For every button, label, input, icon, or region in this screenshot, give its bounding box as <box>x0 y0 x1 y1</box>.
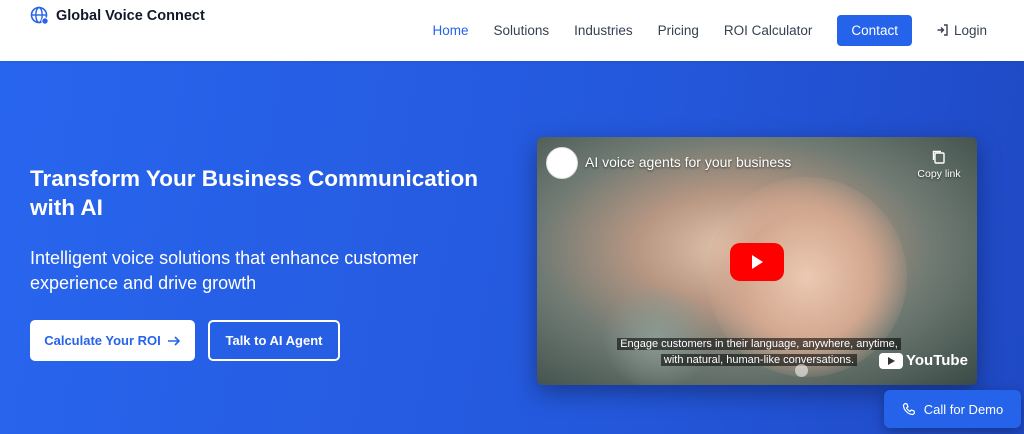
call-for-demo-button[interactable]: Call for Demo <box>884 390 1021 428</box>
copy-link-label: Copy link <box>917 168 961 180</box>
progress-dot <box>795 364 808 377</box>
calculate-roi-button[interactable]: Calculate Your ROI <box>30 320 195 361</box>
hero-subtitle: Intelligent voice solutions that enhance… <box>30 248 419 293</box>
main-menu: Home Solutions Industries Pricing ROI Ca… <box>433 14 1024 46</box>
copy-link-button[interactable]: Copy link <box>914 149 964 180</box>
brand-name: Global Voice Connect <box>56 8 205 24</box>
brand[interactable]: Global Voice Connect <box>30 6 205 26</box>
copy-icon <box>932 150 945 164</box>
nav-industries[interactable]: Industries <box>574 23 633 38</box>
calculate-roi-label: Calculate Your ROI <box>44 333 161 348</box>
login-link[interactable]: Login <box>936 23 987 38</box>
hero-section: Transform Your Business Communication wi… <box>0 61 1024 434</box>
youtube-logo[interactable]: YouTube <box>879 352 968 369</box>
login-label: Login <box>953 22 987 38</box>
youtube-label: YouTube <box>906 352 968 369</box>
phone-icon <box>902 402 915 416</box>
hero-title: Transform Your Business Communication wi… <box>30 166 479 220</box>
top-navbar: Global Voice Connect Home Solutions Indu… <box>0 0 1024 61</box>
nav-home[interactable]: Home <box>433 23 469 38</box>
contact-button[interactable]: Contact <box>837 14 912 46</box>
youtube-icon <box>879 352 903 369</box>
call-for-demo-label: Call for Demo <box>923 401 1004 417</box>
nav-pricing[interactable]: Pricing <box>658 23 699 38</box>
caption-line-1: Engage customers in their language, anyw… <box>617 338 901 350</box>
caption-line-2: with natural, human-like conversations. <box>660 354 858 366</box>
login-icon <box>937 24 948 36</box>
video-title[interactable]: AI voice agents for your business <box>585 154 791 170</box>
video-player[interactable]: AI voice agents for your business Copy l… <box>537 137 977 385</box>
play-button[interactable] <box>730 243 784 281</box>
nav-solutions[interactable]: Solutions <box>494 23 550 38</box>
play-icon <box>752 255 763 269</box>
talk-to-agent-button[interactable]: Talk to AI Agent <box>208 320 340 361</box>
globe-icon <box>30 6 49 25</box>
video-caption: Engage customers in their language, anyw… <box>609 336 909 368</box>
channel-avatar[interactable] <box>546 147 578 179</box>
arrow-right-icon <box>167 335 180 346</box>
nav-roi-calculator[interactable]: ROI Calculator <box>724 23 813 38</box>
